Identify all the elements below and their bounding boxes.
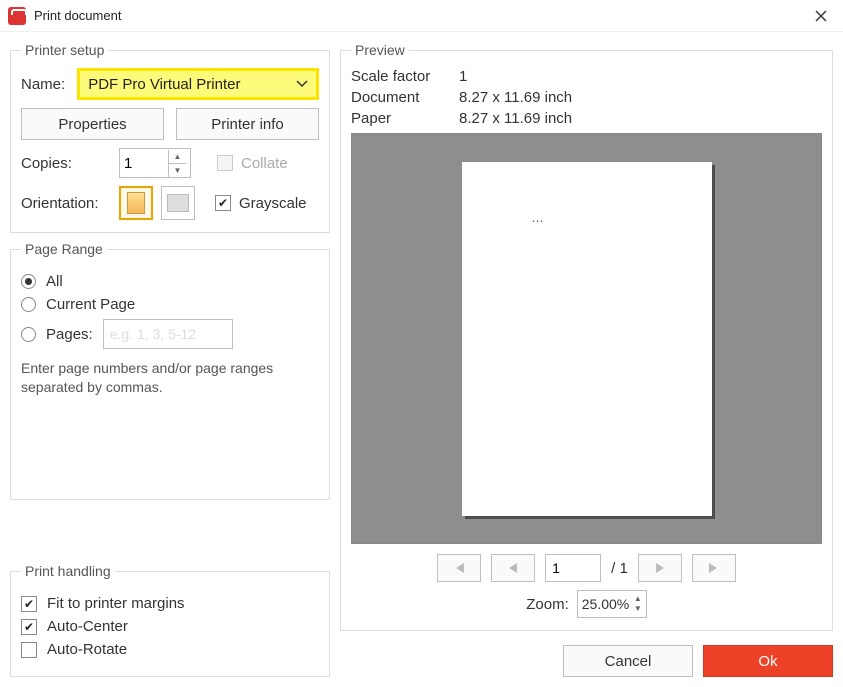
- page-last-button[interactable]: [692, 554, 736, 582]
- first-page-icon: [452, 563, 466, 573]
- orientation-portrait-button[interactable]: [119, 186, 153, 220]
- page-range-legend: Page Range: [21, 241, 107, 257]
- zoom-spin-down[interactable]: ▼: [634, 604, 642, 614]
- range-pages-input[interactable]: [103, 319, 233, 349]
- document-size-label: Document: [351, 89, 451, 106]
- page-prev-button[interactable]: [491, 554, 535, 582]
- collate-label: Collate: [241, 155, 288, 172]
- auto-center-label: Auto-Center: [47, 618, 128, 635]
- app-icon: [8, 7, 26, 25]
- close-button[interactable]: [807, 2, 835, 30]
- printer-info-button[interactable]: Printer info: [176, 108, 319, 140]
- range-current-radio[interactable]: [21, 297, 36, 312]
- grayscale-label: Grayscale: [239, 195, 307, 212]
- copies-spin-up[interactable]: ▲: [169, 150, 186, 164]
- copies-stepper[interactable]: ▲ ▼: [119, 148, 191, 178]
- chevron-down-icon: [296, 80, 308, 88]
- document-size-value: 8.27 x 11.69 inch: [459, 89, 572, 106]
- collate-checkbox[interactable]: [217, 155, 233, 171]
- page-number-input[interactable]: [545, 554, 601, 582]
- close-icon: [815, 10, 827, 22]
- paper-size-label: Paper: [351, 110, 451, 127]
- print-handling-group: Print handling ✔ Fit to printer margins …: [10, 563, 330, 677]
- page-next-button[interactable]: [638, 554, 682, 582]
- copies-label: Copies:: [21, 155, 111, 172]
- page-range-group: Page Range All Current Page Pages: Enter…: [10, 241, 330, 500]
- ok-button[interactable]: Ok: [703, 645, 833, 677]
- printer-select[interactable]: PDF Pro Virtual Printer: [77, 68, 319, 100]
- orientation-label: Orientation:: [21, 195, 111, 212]
- page-total-label: / 1: [611, 560, 628, 577]
- range-all-radio[interactable]: [21, 274, 36, 289]
- printer-selected-value: PDF Pro Virtual Printer: [88, 76, 240, 93]
- preview-group: Preview Scale factor 1 Document 8.27 x 1…: [340, 42, 833, 631]
- properties-button[interactable]: Properties: [21, 108, 164, 140]
- fit-margins-label: Fit to printer margins: [47, 595, 185, 612]
- range-pages-label: Pages:: [46, 326, 93, 343]
- copies-input[interactable]: [120, 155, 168, 172]
- printer-setup-group: Printer setup Name: PDF Pro Virtual Prin…: [10, 42, 330, 233]
- range-all-label: All: [46, 273, 63, 290]
- zoom-spin-up[interactable]: ▲: [634, 594, 642, 604]
- paper-size-value: 8.27 x 11.69 inch: [459, 110, 572, 127]
- range-hint: Enter page numbers and/or page ranges se…: [21, 359, 319, 397]
- fit-margins-checkbox[interactable]: ✔: [21, 596, 37, 612]
- grayscale-checkbox[interactable]: ✔: [215, 195, 231, 211]
- orientation-landscape-button[interactable]: [161, 186, 195, 220]
- copies-spin-down[interactable]: ▼: [169, 164, 186, 177]
- scale-factor-value: 1: [459, 68, 467, 85]
- scale-factor-label: Scale factor: [351, 68, 451, 85]
- print-handling-legend: Print handling: [21, 563, 115, 579]
- zoom-stepper[interactable]: 25.00% ▲ ▼: [577, 590, 647, 618]
- window-title: Print document: [34, 8, 807, 23]
- auto-rotate-checkbox[interactable]: [21, 642, 37, 658]
- preview-legend: Preview: [351, 42, 409, 58]
- preview-page: ⋯: [462, 162, 712, 516]
- next-page-icon: [654, 563, 666, 573]
- preview-page-content: ⋯: [532, 214, 544, 228]
- range-current-label: Current Page: [46, 296, 135, 313]
- portrait-icon: [127, 192, 145, 214]
- prev-page-icon: [507, 563, 519, 573]
- cancel-button[interactable]: Cancel: [563, 645, 693, 677]
- last-page-icon: [707, 563, 721, 573]
- page-first-button[interactable]: [437, 554, 481, 582]
- range-pages-radio[interactable]: [21, 327, 36, 342]
- landscape-icon: [167, 194, 189, 212]
- auto-center-checkbox[interactable]: ✔: [21, 619, 37, 635]
- preview-canvas: ⋯: [351, 133, 822, 544]
- printer-name-label: Name:: [21, 76, 65, 93]
- printer-setup-legend: Printer setup: [21, 42, 108, 58]
- auto-rotate-label: Auto-Rotate: [47, 641, 127, 658]
- zoom-label: Zoom:: [526, 596, 569, 613]
- zoom-value: 25.00%: [582, 596, 629, 612]
